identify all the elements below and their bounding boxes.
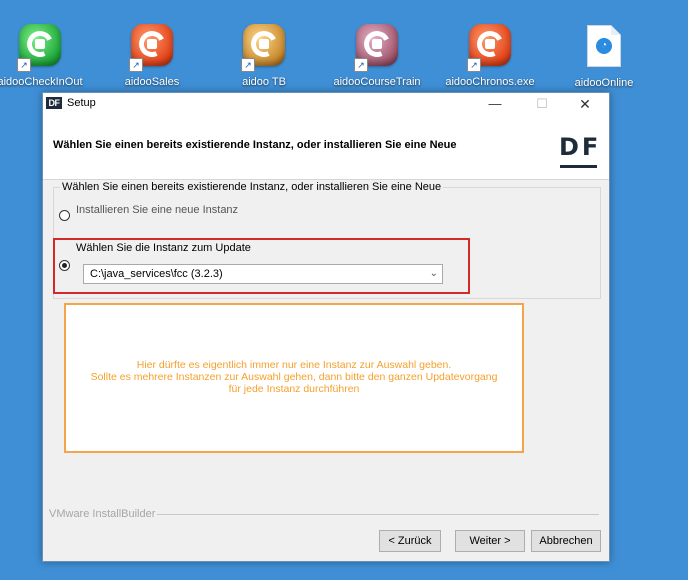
desktop-icon-label: aidoo TB — [242, 76, 286, 88]
aidoo-red-icon: ↗ — [467, 24, 513, 72]
title-bar[interactable]: DF Setup — ☐ ✕ — [43, 93, 609, 115]
chevron-down-icon: ⌄ — [429, 268, 438, 279]
radio-new-instance[interactable] — [59, 210, 70, 221]
aidoo-red-icon: ↗ — [129, 24, 175, 72]
desktop-icon-label: aidooCheckInOut — [0, 76, 83, 88]
shortcut-arrow-icon: ↗ — [241, 58, 255, 72]
desktop-icon-label: aidooChronos.exe — [445, 76, 535, 88]
wizard-header: Wählen Sie einen bereits existierende In… — [43, 115, 609, 180]
radio-new-instance-label[interactable]: Installieren Sie eine neue Instanz — [76, 204, 238, 216]
app-logo-icon: DF — [46, 97, 62, 109]
annotation-note-text: Hier dürfte es eigentlich immer nur eine… — [66, 359, 522, 395]
instance-select-value: C:\java_services\fcc (3.2.3) — [90, 268, 223, 280]
desktop-icon-aidoocoursetrain[interactable]: ↗ aidooCourseTrain — [325, 22, 429, 88]
desktop-icon-label: aidooCourseTrain — [333, 76, 421, 88]
shortcut-arrow-icon: ↗ — [129, 58, 143, 72]
radio-update-instance-label[interactable]: Wählen Sie die Instanz zum Update — [76, 242, 251, 254]
desktop-icon-aidoocheckinout[interactable]: ↗ aidooCheckInOut — [0, 22, 92, 88]
desktop-icon-aidoosales[interactable]: ↗ aidooSales — [100, 22, 204, 88]
instance-select[interactable]: C:\java_services\fcc (3.2.3) ⌄ — [83, 264, 443, 284]
desktop-icon-label: aidooSales — [124, 76, 180, 88]
desktop-icon-label: aidooOnline — [574, 77, 634, 89]
footer-divider — [157, 514, 599, 515]
desktop-icon-aidoochronos[interactable]: ↗ aidooChronos.exe — [438, 22, 542, 88]
window-title: Setup — [67, 97, 96, 109]
aidoo-gold-icon: ↗ — [241, 24, 287, 72]
setup-window: DF Setup — ☐ ✕ Wählen Sie einen bereits … — [42, 92, 610, 562]
shortcut-arrow-icon: ↗ — [17, 58, 31, 72]
aidoo-green-icon: ↗ — [17, 24, 63, 72]
annotation-note-box: Hier dürfte es eigentlich immer nur eine… — [64, 303, 524, 453]
radio-update-instance[interactable] — [59, 260, 70, 271]
desktop-icon-aidooonline[interactable]: ◔ aidooOnline — [552, 22, 656, 89]
group-legend: Wählen Sie einen bereits existierende In… — [60, 181, 444, 193]
shortcut-arrow-icon: ↗ — [467, 58, 481, 72]
note-line: Hier dürfte es eigentlich immer nur eine… — [136, 359, 452, 371]
back-button[interactable]: < Zurück — [379, 530, 441, 552]
installer-brand: VMware InstallBuilder — [49, 508, 156, 520]
note-line: Sollte es mehrere Instanzen zur Auswahl … — [90, 371, 498, 383]
cancel-button[interactable]: Abbrechen — [531, 530, 601, 552]
brand-logo: DF — [559, 133, 602, 161]
minimize-button[interactable]: — — [473, 93, 517, 115]
aidoo-mauve-icon: ↗ — [354, 24, 400, 72]
close-button[interactable]: ✕ — [563, 93, 607, 115]
note-line: für jede Instanz durchführen — [228, 383, 360, 395]
desktop-icon-aidoo-tb[interactable]: ↗ aidoo TB — [212, 22, 316, 88]
shortcut-arrow-icon: ↗ — [354, 58, 368, 72]
maximize-button[interactable]: ☐ — [520, 93, 564, 115]
brand-underline — [560, 165, 597, 168]
next-button[interactable]: Weiter > — [455, 530, 525, 552]
document-icon: ◔ — [581, 25, 627, 71]
page-title: Wählen Sie einen bereits existierende In… — [53, 139, 457, 151]
instance-group: Wählen Sie einen bereits existierende In… — [53, 181, 601, 299]
